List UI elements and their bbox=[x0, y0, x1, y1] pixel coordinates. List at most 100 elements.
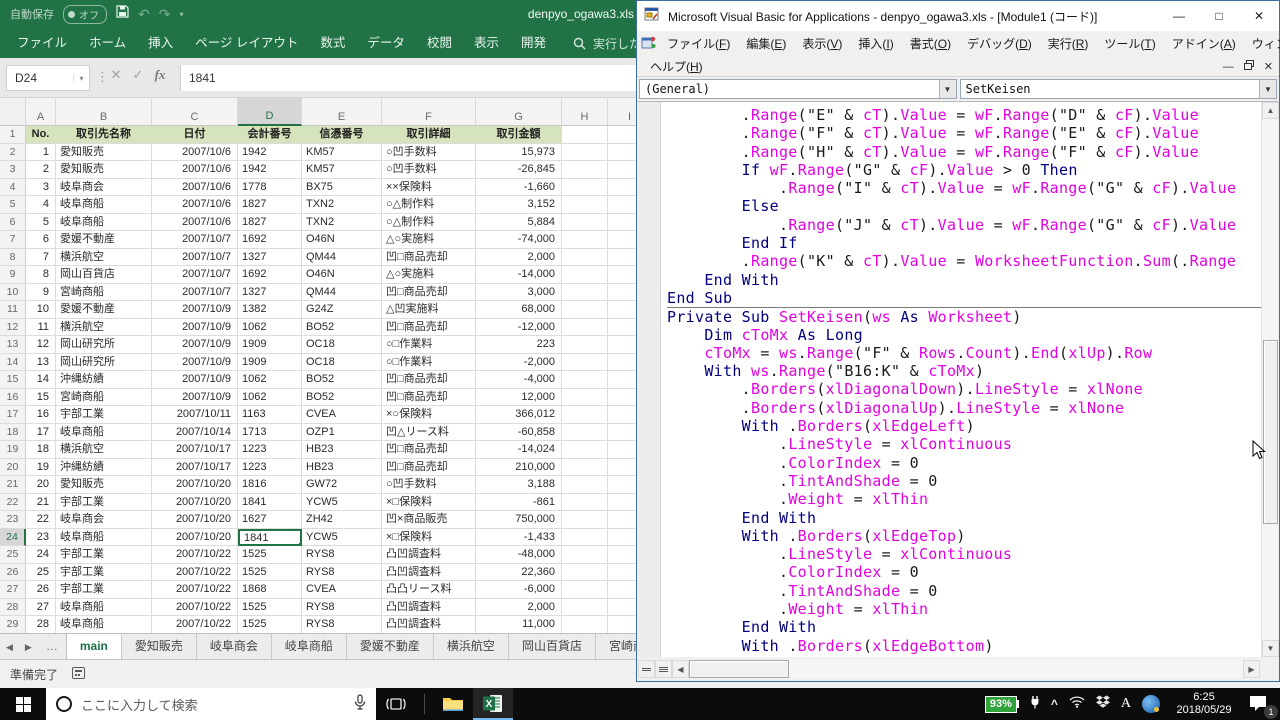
grid-cell[interactable]: 宇部工業 bbox=[56, 581, 152, 599]
grid-cell[interactable]: 3 bbox=[26, 178, 56, 196]
grid-cell[interactable]: 1525 bbox=[238, 546, 302, 564]
grid-cell[interactable]: -861 bbox=[476, 493, 562, 511]
grid-cell[interactable]: 2007/10/6 bbox=[152, 196, 238, 214]
grid-cell[interactable] bbox=[562, 213, 608, 231]
microphone-icon[interactable] bbox=[354, 693, 366, 715]
grid-cell[interactable]: 2 bbox=[26, 161, 56, 179]
grid-cell[interactable]: 凹×商品販売 bbox=[382, 511, 476, 529]
row-header[interactable]: 14 bbox=[0, 353, 26, 371]
grid-cell[interactable]: 凸凹調査料 bbox=[382, 598, 476, 616]
grid-cell[interactable]: ZH42 bbox=[302, 511, 382, 529]
grid-cell[interactable]: ○凹手数料 bbox=[382, 143, 476, 161]
row-header[interactable]: 7 bbox=[0, 231, 26, 249]
grid-cell[interactable]: △○実施料 bbox=[382, 266, 476, 284]
select-all-corner[interactable] bbox=[0, 98, 26, 126]
grid-cell[interactable] bbox=[562, 423, 608, 441]
vba-maximize-button[interactable]: □ bbox=[1199, 1, 1239, 31]
row-header[interactable]: 10 bbox=[0, 283, 26, 301]
vertical-scrollbar[interactable]: ▲ ▼ bbox=[1261, 102, 1279, 657]
grid-cell[interactable]: RYS8 bbox=[302, 546, 382, 564]
grid-cell[interactable]: G24Z bbox=[302, 301, 382, 319]
grid-cell[interactable]: 2007/10/6 bbox=[152, 143, 238, 161]
row-header[interactable]: 26 bbox=[0, 563, 26, 581]
grid-cell[interactable]: ×○保険料 bbox=[382, 406, 476, 424]
grid-cell[interactable]: 宮崎商船 bbox=[56, 283, 152, 301]
grid-cell[interactable]: 岡山研究所 bbox=[56, 336, 152, 354]
grid-cell[interactable]: 28 bbox=[26, 616, 56, 633]
menu-item[interactable]: 書式(O) bbox=[903, 33, 958, 54]
grid-cell[interactable]: 20 bbox=[26, 476, 56, 494]
grid-cell[interactable]: 23 bbox=[26, 528, 56, 546]
row-header[interactable]: 6 bbox=[0, 213, 26, 231]
tell-me-search[interactable]: 実行したい作業を入力し bbox=[573, 35, 636, 52]
grid-cell[interactable]: CVEA bbox=[302, 581, 382, 599]
grid-cell[interactable]: 2,000 bbox=[476, 598, 562, 616]
row-header[interactable]: 28 bbox=[0, 598, 26, 616]
grid-cell[interactable] bbox=[562, 178, 608, 196]
grid-cell[interactable]: 凸凹調査料 bbox=[382, 563, 476, 581]
grid-cell[interactable]: 12 bbox=[26, 336, 56, 354]
row-header[interactable]: 3 bbox=[0, 161, 26, 179]
grid-cell[interactable]: 1827 bbox=[238, 196, 302, 214]
grid-cell[interactable]: HB23 bbox=[302, 441, 382, 459]
grid-cell[interactable] bbox=[562, 231, 608, 249]
tray-expand-icon[interactable]: ^ bbox=[1051, 697, 1058, 711]
confirm-entry-button[interactable]: ✓ bbox=[128, 67, 148, 83]
grid-cell[interactable]: 岐阜商船 bbox=[56, 598, 152, 616]
grid-cell[interactable]: RYS8 bbox=[302, 563, 382, 581]
code-line[interactable]: If wF.Range("G" & cF).Value > 0 Then bbox=[667, 161, 1261, 179]
grid-cell[interactable]: O46N bbox=[302, 231, 382, 249]
grid-cell[interactable]: 凸凸リース料 bbox=[382, 581, 476, 599]
grid-cell[interactable]: TXN2 bbox=[302, 196, 382, 214]
grid-cell[interactable] bbox=[562, 581, 608, 599]
grid-cell[interactable] bbox=[562, 406, 608, 424]
grid-cell[interactable]: 9 bbox=[26, 283, 56, 301]
grid-cell[interactable]: BO52 bbox=[302, 318, 382, 336]
grid-cell[interactable] bbox=[562, 371, 608, 389]
wifi-icon[interactable] bbox=[1069, 695, 1085, 713]
tray-app-icon[interactable] bbox=[1142, 695, 1160, 713]
menu-item[interactable]: デバッグ(D) bbox=[960, 33, 1039, 54]
grid-cell[interactable]: 2007/10/22 bbox=[152, 563, 238, 581]
grid-cell[interactable]: 2007/10/6 bbox=[152, 178, 238, 196]
grid-cell[interactable]: 2007/10/9 bbox=[152, 371, 238, 389]
grid-cell[interactable] bbox=[562, 143, 608, 161]
grid-cell[interactable]: 愛媛不動産 bbox=[56, 301, 152, 319]
grid-cell[interactable]: 凹△リース料 bbox=[382, 423, 476, 441]
code-line[interactable]: .Borders(xlDiagonalDown).LineStyle = xlN… bbox=[667, 380, 1261, 398]
grid-cell[interactable]: 2007/10/11 bbox=[152, 406, 238, 424]
grid-cell[interactable]: 2007/10/9 bbox=[152, 301, 238, 319]
grid-cell[interactable]: ××保険料 bbox=[382, 178, 476, 196]
row-header[interactable]: 13 bbox=[0, 336, 26, 354]
grid-cell[interactable] bbox=[562, 283, 608, 301]
procedure-view-button[interactable] bbox=[638, 660, 655, 678]
grid-cell[interactable]: 3,000 bbox=[476, 283, 562, 301]
code-line[interactable]: .Range("K" & cT).Value = WorksheetFuncti… bbox=[667, 252, 1261, 270]
grid-cell[interactable]: O46N bbox=[302, 266, 382, 284]
ribbon-tab[interactable]: 開発 bbox=[510, 28, 557, 58]
code-line[interactable]: End With bbox=[667, 618, 1261, 636]
grid-cell[interactable]: 2007/10/20 bbox=[152, 493, 238, 511]
grid-cell[interactable]: ○□作業料 bbox=[382, 336, 476, 354]
grid-cell[interactable]: 2007/10/20 bbox=[152, 511, 238, 529]
code-line[interactable]: .LineStyle = xlContinuous bbox=[667, 545, 1261, 563]
grid-cell[interactable]: 凹□商品売却 bbox=[382, 441, 476, 459]
grid-cell[interactable]: BO52 bbox=[302, 371, 382, 389]
grid-cell[interactable]: 宇部工業 bbox=[56, 563, 152, 581]
grid-cell[interactable]: 宇部工業 bbox=[56, 546, 152, 564]
grid-cell[interactable]: 2007/10/20 bbox=[152, 528, 238, 546]
ribbon-tab[interactable]: ファイル bbox=[6, 28, 78, 58]
grid-cell[interactable]: 24 bbox=[26, 546, 56, 564]
grid-cell[interactable]: 210,000 bbox=[476, 458, 562, 476]
name-box[interactable]: D24 ▾ bbox=[6, 65, 90, 91]
grid-cell[interactable]: 凹□商品売却 bbox=[382, 371, 476, 389]
grid-cell[interactable]: QM44 bbox=[302, 248, 382, 266]
grid-cell[interactable]: 17 bbox=[26, 423, 56, 441]
redo-icon[interactable]: ↷ bbox=[159, 6, 171, 23]
margin-indicator-bar[interactable] bbox=[638, 102, 661, 657]
grid-cell[interactable]: BO52 bbox=[302, 388, 382, 406]
grid-cell[interactable] bbox=[562, 126, 608, 144]
grid-cell[interactable]: YCW5 bbox=[302, 493, 382, 511]
grid-cell[interactable]: BX75 bbox=[302, 178, 382, 196]
sheet-tab[interactable]: 愛媛不動産 bbox=[347, 634, 434, 659]
